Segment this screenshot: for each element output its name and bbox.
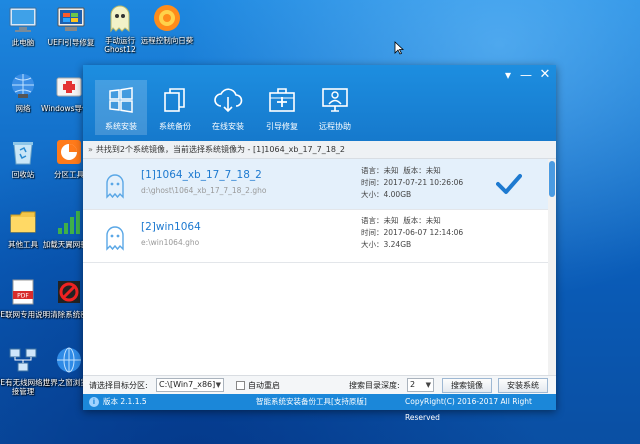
options-bar: 请选择目标分区: C:\[Win7_x86] ▼ 自动重启 搜索目录深度: 2 … [83, 375, 556, 394]
ghost-icon [106, 174, 124, 199]
recycle-bin-icon [7, 136, 39, 168]
target-partition-select[interactable]: C:\[Win7_x86] ▼ [156, 378, 224, 392]
chevron-down-icon: ▼ [425, 381, 431, 389]
checkmark-icon [496, 174, 522, 194]
scrollbar-thumb[interactable] [549, 161, 555, 197]
image-row[interactable]: [1]1064_xb_17_7_18_2 d:\ghost\1064_xb_17… [83, 159, 548, 209]
row-divider [83, 209, 548, 210]
breadcrumb: » 共找到2个系统镜像，当前选择系统镜像为 - [1]1064_xb_17_7_1… [83, 141, 556, 159]
windows-logo-icon [109, 87, 133, 113]
mouse-cursor-icon [394, 41, 404, 55]
sunflower-icon [151, 2, 183, 34]
search-depth-value: 2 [410, 380, 416, 389]
minimize-button[interactable]: — [519, 68, 533, 82]
status-bar: i 版本 2.1.1.5 智能系统安装备份工具[支持原版] CopyRight(… [83, 394, 556, 422]
network-computers-icon [7, 344, 39, 376]
computer-icon [7, 4, 39, 36]
image-version: 版本：未知 [403, 216, 441, 225]
signal-bars-icon [53, 206, 85, 238]
globe-icon [53, 344, 85, 376]
image-row[interactable]: [2]win1064 e:\win1064.gho 语言：未知 版本：未知 时间… [83, 211, 548, 261]
tab-label: 远程协助 [319, 122, 351, 131]
image-name: [1]1064_xb_17_7_18_2 [141, 169, 262, 181]
row-divider [83, 262, 548, 263]
image-lang: 语言：未知 [361, 216, 399, 225]
ghost-icon [106, 226, 124, 251]
image-list: [1]1064_xb_17_7_18_2 d:\ghost\1064_xb_17… [83, 159, 548, 375]
close-button[interactable]: ✕ [538, 68, 552, 82]
target-partition-label: 请选择目标分区: [89, 381, 148, 390]
search-depth-select[interactable]: 2 ▼ [407, 378, 434, 392]
partition-tool-icon [53, 136, 85, 168]
tab-label: 在线安装 [212, 122, 244, 131]
ghost-icon [104, 2, 136, 34]
version-text: 版本 2.1.1.5 [103, 397, 147, 406]
image-time: 时间：2017-07-21 10:26:06 [361, 178, 464, 187]
monitor-person-icon [322, 88, 348, 112]
copyright-text: CopyRight(C) 2016-2017 All Right Reserve… [405, 397, 532, 422]
no-password-icon [53, 276, 85, 308]
install-system-button[interactable]: 安装系统 [498, 378, 548, 393]
image-meta: 语言：未知 版本：未知 时间：2017-06-07 12:14:06 大小：3.… [361, 215, 463, 251]
image-version: 版本：未知 [403, 166, 441, 175]
target-partition-value: C:\[Win7_x86] [159, 380, 216, 389]
image-meta: 语言：未知 版本：未知 时间：2017-07-21 10:26:06 大小：4.… [361, 165, 463, 201]
tab-online-install[interactable]: 在线安装 [202, 80, 254, 135]
tab-label: 引导修复 [266, 122, 298, 131]
installer-window: ▾ — ✕ 系统安装 系统备份 在线安装 引导修复 远程协助 » 共找到2个系统… [83, 65, 556, 422]
image-name: [2]win1064 [141, 221, 201, 233]
menu-button[interactable]: ▾ [501, 68, 515, 82]
window-header: ▾ — ✕ 系统安装 系统备份 在线安装 引导修复 远程协助 [83, 65, 556, 141]
tab-label: 系统安装 [105, 122, 137, 131]
medical-kit-icon [269, 88, 295, 112]
copy-pages-icon [164, 88, 185, 112]
tab-boot-repair[interactable]: 引导修复 [256, 80, 308, 135]
image-time: 时间：2017-06-07 12:14:06 [361, 228, 464, 237]
breadcrumb-text: 共找到2个系统镜像，当前选择系统镜像为 - [1]1064_xb_17_7_18… [95, 145, 346, 154]
double-chevron-icon: » [88, 145, 93, 154]
tab-system-install[interactable]: 系统安装 [95, 80, 147, 135]
image-path: e:\win1064.gho [141, 238, 200, 247]
medical-kit-icon [53, 70, 85, 102]
auto-restart-checkbox[interactable] [236, 381, 245, 390]
desktop-icon-label: 远程控制向日葵 [140, 36, 194, 45]
tab-system-backup[interactable]: 系统备份 [149, 80, 201, 135]
image-lang: 语言：未知 [361, 166, 399, 175]
image-size: 大小：3.24GB [361, 240, 412, 249]
cloud-download-icon [214, 88, 243, 113]
network-icon [7, 70, 39, 102]
search-images-button[interactable]: 搜索镜像 [442, 378, 492, 393]
uefi-monitor-icon [55, 4, 87, 36]
search-depth-label: 搜索目录深度: [349, 381, 400, 390]
folder-icon [7, 206, 39, 238]
image-path: d:\ghost\1064_xb_17_7_18_2.gho [141, 186, 267, 195]
pdf-document-icon: PDF [7, 276, 39, 308]
image-size: 大小：4.00GB [361, 190, 412, 199]
auto-restart-label: 自动重启 [248, 381, 280, 390]
brand-link[interactable]: 智能系统安装备份工具[支持原版] [256, 394, 367, 410]
info-icon: i [89, 397, 99, 407]
svg-text:PDF: PDF [17, 293, 29, 300]
desktop-icon-sunflower[interactable]: 远程控制向日葵 [138, 2, 196, 45]
tab-remote-assist[interactable]: 远程协助 [309, 80, 361, 135]
chevron-down-icon: ▼ [215, 381, 221, 389]
tab-label: 系统备份 [159, 122, 191, 131]
